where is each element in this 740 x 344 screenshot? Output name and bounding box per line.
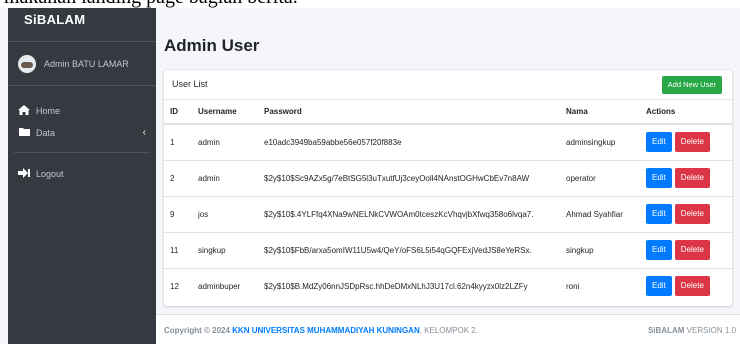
cell-username: jos — [192, 196, 258, 233]
column-header-actions: Actions — [640, 100, 732, 125]
copyright-text: Copyright © 2024 — [164, 326, 230, 335]
cell-nama: adminsingkup — [560, 124, 640, 161]
sidebar-nav: Home Data ‹ Logout — [8, 86, 156, 185]
footer-copyright: Copyright © 2024 KKN UNIVERSITAS MUHAMMA… — [164, 326, 478, 335]
cell-password: $2y$10$Sc9AZx5g/7eBtSG5l3uTxutfUj3ceyOol… — [258, 160, 560, 197]
cell-actions: Edit Delete — [640, 124, 732, 161]
footer-suffix: . KELOMPOK 2. — [419, 326, 478, 335]
cell-actions: Edit Delete — [640, 160, 732, 197]
table-header-row: ID Username Password Nama Actions — [164, 100, 732, 125]
cell-password: $2y$10$B.MdZy06nnJSDpRsc.hhDeDMxNLhJ3U17… — [264, 281, 528, 291]
table-row: 11 singkup $2y$10$FbB/arxa5omIW11U5w4/Qe… — [164, 232, 732, 269]
brand-logo[interactable]: SiBALAM — [8, 8, 156, 42]
version-text: VERSION 1.0 — [686, 326, 736, 335]
cell-actions: Edit Delete — [640, 232, 732, 269]
cell-nama: Ahmad Syahfiar — [560, 196, 640, 233]
sidebar-item-label: Home — [36, 106, 61, 116]
add-new-user-button[interactable]: Add New User — [661, 76, 722, 94]
table-row: 1 admin e10adc3949ba59abbe56e057f20f883e… — [164, 124, 732, 161]
column-header-id: ID — [164, 100, 192, 125]
delete-button[interactable]: Delete — [674, 204, 710, 224]
cell-id: 12 — [170, 281, 179, 291]
edit-button[interactable]: Edit — [646, 276, 672, 297]
table-row: 9 jos $2y$10$.4YLFfq4XNa9wNELNkCVWOAm0tc… — [164, 196, 732, 233]
sidebar-item-label: Data — [36, 128, 56, 138]
footer-version: SiBALAM VERSION 1.0 — [648, 326, 736, 335]
cell-actions: Edit Delete — [640, 268, 732, 304]
sidebar-item-logout[interactable]: Logout — [8, 163, 156, 185]
page-title: Admin User — [164, 36, 260, 55]
cell-id: 1 — [164, 124, 192, 161]
sidebar-item-data[interactable]: Data ‹ — [8, 122, 156, 144]
cell-id: 2 — [164, 160, 192, 197]
users-table: ID Username Password Nama Actions 1 admi… — [164, 100, 732, 304]
folder-icon — [18, 127, 30, 139]
cell-username: singkup — [192, 232, 258, 269]
home-icon — [18, 104, 30, 118]
column-header-username: Username — [192, 100, 258, 125]
chevron-left-icon: ‹ — [142, 127, 146, 138]
sidebar-item-home[interactable]: Home — [8, 100, 156, 122]
cell-nama: singkup — [560, 232, 640, 269]
edit-button[interactable]: Edit — [646, 168, 672, 188]
sidebar-divider — [14, 152, 150, 153]
cell-nama: roni — [566, 281, 580, 291]
cell-username: adminbuper — [198, 281, 241, 291]
delete-button[interactable]: Delete — [674, 132, 710, 153]
column-header-nama: Nama — [560, 100, 640, 125]
user-panel[interactable]: Admin BATU LAMAR — [8, 42, 156, 86]
delete-button[interactable]: Delete — [674, 276, 710, 297]
cell-username: admin — [192, 160, 258, 197]
card-header: User List Add New User — [164, 70, 732, 100]
card-title: User List — [172, 79, 208, 89]
delete-button[interactable]: Delete — [674, 168, 710, 188]
cell-id: 11 — [164, 232, 192, 269]
delete-button[interactable]: Delete — [674, 240, 710, 260]
app-window: makanan landing page bagian berita. SiBA… — [0, 0, 740, 344]
cell-id: 9 — [164, 196, 192, 233]
page-footer: Copyright © 2024 KKN UNIVERSITAS MUHAMMA… — [156, 314, 740, 344]
footer-link[interactable]: KKN UNIVERSITAS MUHAMMADIYAH KUNINGAN — [232, 326, 420, 335]
version-brand: SiBALAM — [647, 326, 685, 335]
logout-icon — [18, 167, 30, 181]
edit-button[interactable]: Edit — [646, 240, 672, 260]
user-list-card: User List Add New User ID Username Passw… — [164, 70, 732, 306]
document-text: makanan landing page bagian berita. — [4, 0, 298, 8]
avatar — [18, 54, 36, 73]
column-header-password: Password — [258, 100, 560, 125]
edit-button[interactable]: Edit — [646, 132, 672, 153]
cell-password: $2y$10$FbB/arxa5omIW11U5w4/QeY/oFS6L5i54… — [258, 232, 560, 269]
user-name: Admin BATU LAMAR — [44, 58, 129, 69]
edit-button[interactable]: Edit — [646, 204, 672, 224]
table-row: 12 adminbuper $2y$10$B.MdZy06nnJSDpRsc.h… — [164, 268, 732, 304]
cropped-document-text: makanan landing page bagian berita. — [0, 0, 740, 8]
sidebar: SiBALAM Admin BATU LAMAR Home Data ‹ Log… — [8, 8, 156, 344]
cell-actions: Edit Delete — [640, 196, 732, 233]
table-row: 2 admin $2y$10$Sc9AZx5g/7eBtSG5l3uTxutfU… — [164, 160, 732, 197]
sidebar-item-label: Logout — [36, 169, 64, 179]
cell-username: admin — [192, 124, 258, 161]
cell-nama: operator — [560, 160, 640, 197]
cell-password: e10adc3949ba59abbe56e057f20f883e — [258, 124, 560, 161]
cell-password: $2y$10$.4YLFfq4XNa9wNELNkCVWOAm0tceszKcV… — [258, 196, 560, 233]
